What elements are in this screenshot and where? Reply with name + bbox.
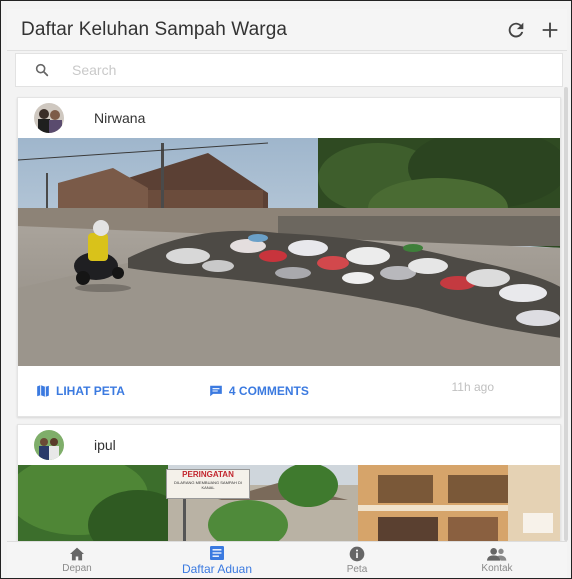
view-map-button[interactable]: LIHAT PETA bbox=[36, 384, 125, 398]
tab-daftar-aduan[interactable]: Daftar Aduan bbox=[147, 542, 287, 578]
post-username: ipul bbox=[94, 437, 116, 453]
post-time: 11h ago bbox=[451, 380, 495, 394]
comments-button[interactable]: 4 COMMENTS bbox=[209, 384, 309, 398]
bottom-tab-bar: Depan Daftar Aduan Peta Kontak bbox=[7, 541, 567, 578]
card-header: ipul bbox=[18, 425, 560, 465]
avatar-photo bbox=[34, 430, 64, 460]
search-bar bbox=[15, 53, 563, 87]
comment-icon bbox=[210, 385, 222, 397]
garbage-photo bbox=[18, 138, 560, 366]
tab-label: Peta bbox=[346, 564, 368, 575]
scrollbar[interactable] bbox=[564, 87, 568, 541]
app-frame: Daftar Keluhan Sampah Warga Search Nirwa… bbox=[0, 0, 572, 579]
warning-sign-text: DILARANG MEMBUANG SAMPAH DI KANAL bbox=[174, 480, 242, 490]
complaint-card: Nirwana LIHAT PETA 4 COMMENTS 11h ago bbox=[17, 97, 561, 417]
view-map-label: LIHAT PETA bbox=[56, 384, 125, 398]
warning-sign: PERINGATAN DILARANG MEMBUANG SAMPAH DI K… bbox=[166, 469, 250, 499]
info-icon bbox=[349, 546, 365, 562]
card-header: Nirwana bbox=[18, 98, 560, 138]
post-username: Nirwana bbox=[94, 110, 146, 126]
tab-peta[interactable]: Peta bbox=[287, 542, 427, 578]
plus-icon bbox=[542, 22, 558, 37]
search-input[interactable] bbox=[72, 62, 532, 78]
tab-depan[interactable]: Depan bbox=[7, 542, 147, 578]
list-icon bbox=[210, 545, 224, 560]
tab-label: Depan bbox=[62, 563, 92, 574]
map-icon bbox=[37, 385, 49, 397]
tab-label: Daftar Aduan bbox=[181, 561, 253, 576]
home-icon bbox=[70, 547, 84, 561]
tab-label: Kontak bbox=[481, 563, 513, 574]
card-actions: LIHAT PETA 4 COMMENTS 11h ago bbox=[18, 366, 560, 416]
page-title: Daftar Keluhan Sampah Warga bbox=[21, 18, 288, 40]
refresh-icon bbox=[508, 22, 524, 37]
app-header: Daftar Keluhan Sampah Warga bbox=[7, 9, 567, 51]
add-complaint-button[interactable] bbox=[533, 13, 567, 47]
complaint-card: ipul PERINGATAN DILARANG MEMBUANG SAMPAH… bbox=[17, 424, 561, 554]
refresh-button[interactable] bbox=[499, 13, 533, 47]
tab-kontak[interactable]: Kontak bbox=[427, 542, 567, 578]
comments-label: 4 COMMENTS bbox=[228, 384, 309, 398]
avatar[interactable] bbox=[34, 430, 64, 460]
avatar[interactable] bbox=[34, 103, 64, 133]
search-icon bbox=[35, 63, 49, 77]
warning-sign-title: PERINGATAN bbox=[182, 470, 234, 479]
complaint-photo[interactable] bbox=[18, 138, 560, 366]
contacts-icon bbox=[487, 548, 507, 561]
avatar-photo bbox=[34, 103, 64, 133]
